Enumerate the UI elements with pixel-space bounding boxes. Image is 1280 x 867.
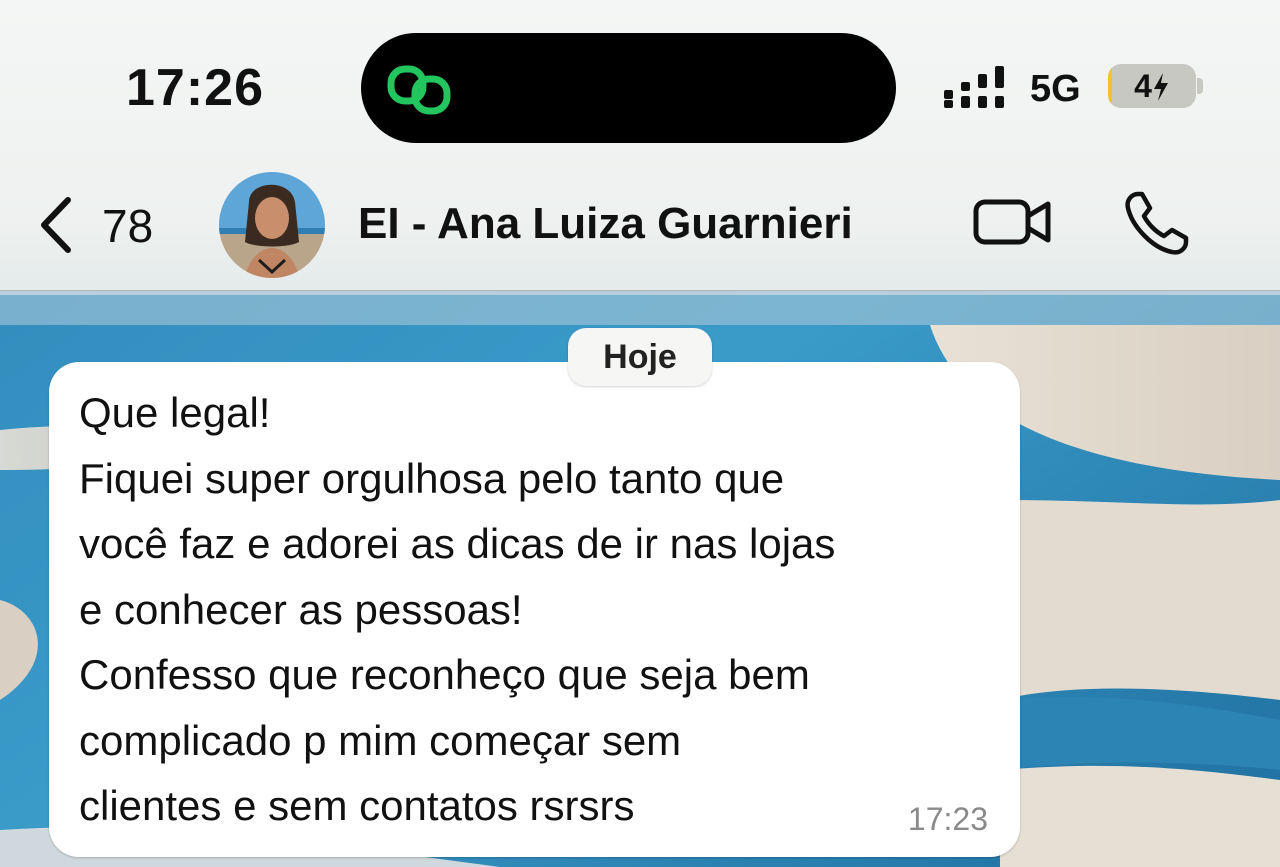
back-button[interactable]: 78: [30, 190, 170, 260]
chat-screen: 17:26 5G 4 78 EI - Ana Luiza Guarnieri Q…: [0, 0, 1280, 867]
message-line: complicado p mim começar sem: [79, 716, 682, 764]
message-line: Fiquei super orgulhosa pelo tanto que: [79, 454, 785, 502]
status-time: 17:26: [126, 59, 264, 117]
battery-indicator: 4: [1108, 64, 1196, 108]
message-timestamp: 17:23: [907, 801, 988, 837]
status-bar: 17:26 5G 4: [0, 0, 1280, 160]
message-text: Que legal! Fiquei super orgulhosa pelo ta…: [79, 380, 1009, 839]
date-separator: Hoje: [568, 328, 712, 386]
video-camera-icon: [973, 199, 1051, 245]
chat-header: 78 EI - Ana Luiza Guarnieri: [0, 160, 1280, 290]
message-line: clientes e sem contatos rsrsrs: [79, 782, 635, 829]
dynamic-island[interactable]: [361, 33, 896, 143]
link-rings-icon: [387, 65, 451, 115]
incoming-message-bubble[interactable]: Que legal! Fiquei super orgulhosa pelo ta…: [49, 362, 1020, 857]
message-line: e conhecer as pessoas!: [79, 585, 523, 633]
message-line: você faz e adorei as dicas de ir nas loj…: [79, 520, 836, 567]
phone-icon: [1125, 191, 1189, 255]
charging-bolt-icon: [1153, 73, 1168, 101]
video-call-button[interactable]: [968, 190, 1058, 254]
battery-cap: [1197, 78, 1203, 94]
network-type: 5G: [1030, 68, 1081, 110]
header-divider: [0, 290, 1280, 291]
battery-percent: 4: [1108, 64, 1196, 108]
unread-count: 78: [102, 200, 154, 252]
signal-bars-icon: [944, 66, 1004, 108]
chevron-left-icon: [41, 197, 71, 253]
message-line: Que legal!: [79, 389, 271, 436]
voice-call-button[interactable]: [1118, 186, 1194, 262]
contact-name[interactable]: EI - Ana Luiza Guarnieri: [358, 198, 853, 250]
message-line: Confesso que reconheço que seja bem: [79, 651, 810, 698]
contact-avatar[interactable]: [219, 172, 325, 278]
avatar-photo: [219, 172, 325, 278]
